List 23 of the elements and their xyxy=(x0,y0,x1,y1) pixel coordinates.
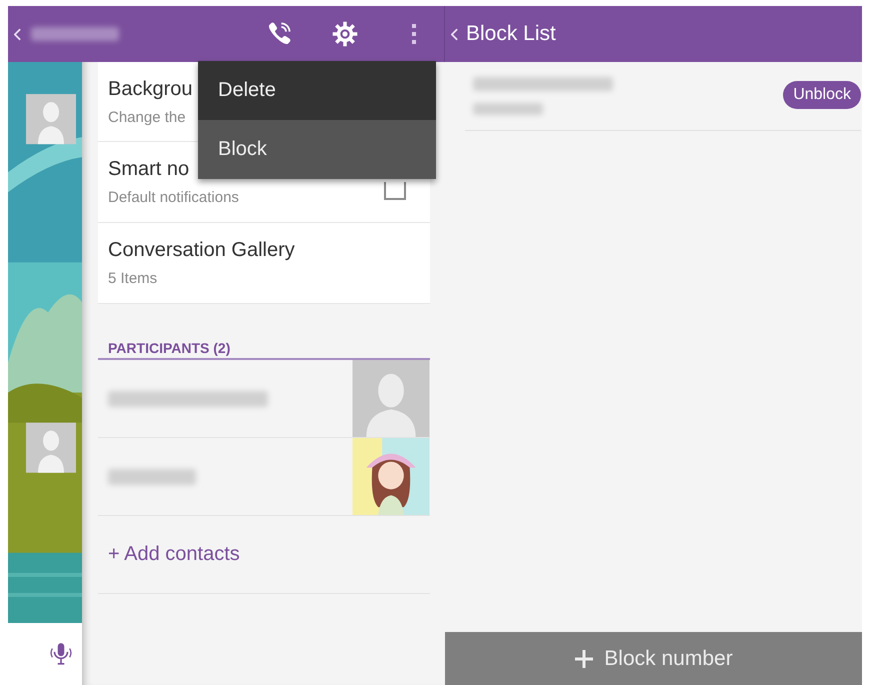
plus-icon xyxy=(574,648,594,668)
setting-title: Smart no xyxy=(108,158,190,181)
screen-title: Block List xyxy=(466,22,556,46)
back-icon[interactable] xyxy=(451,28,458,40)
menu-item[interactable]: Delete xyxy=(198,61,436,120)
block-number-button[interactable]: Block number xyxy=(445,632,862,685)
menu-item[interactable]: Block xyxy=(198,120,436,179)
settings-item[interactable]: Conversation Gallery 5 Items xyxy=(98,223,430,304)
menu-icon[interactable] xyxy=(411,23,417,45)
setting-subtitle: 5 Items xyxy=(108,270,158,287)
setting-title: Backgrou xyxy=(108,78,192,100)
avatar-icon xyxy=(352,360,430,437)
unblock-button[interactable]: Unblock xyxy=(783,81,861,109)
back-icon[interactable] xyxy=(14,28,21,40)
setting-subtitle: Default notifications xyxy=(108,189,239,206)
participant-item[interactable] xyxy=(98,438,430,516)
blurred-name xyxy=(473,103,543,115)
microphone-icon[interactable] xyxy=(48,641,74,667)
add-contacts-link[interactable]: + Add contacts xyxy=(98,516,430,594)
setting-title: Conversation Gallery xyxy=(108,239,295,262)
checkbox[interactable] xyxy=(384,182,406,200)
settings-icon[interactable] xyxy=(331,20,359,48)
setting-subtitle: Change the xyxy=(108,108,187,126)
